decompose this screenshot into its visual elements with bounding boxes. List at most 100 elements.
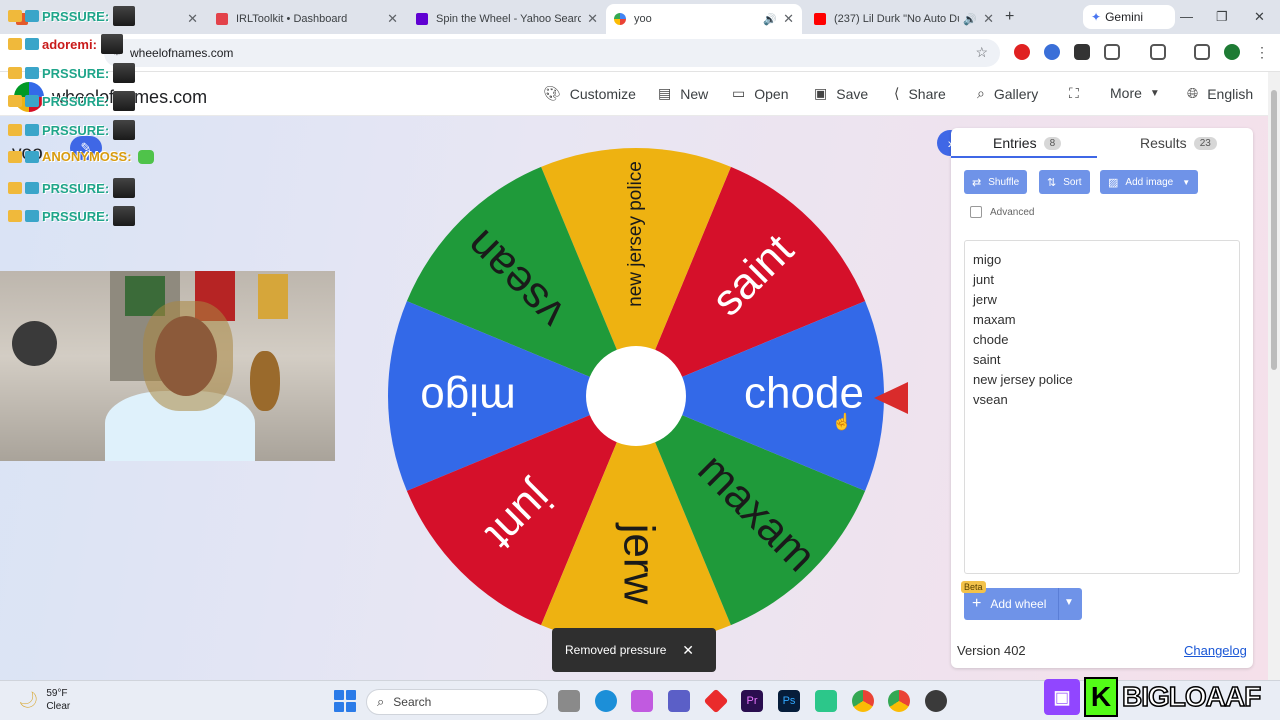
- fullscreen-button[interactable]: ⛶: [1069, 85, 1088, 102]
- chat-badge-icon: [8, 67, 22, 79]
- page-scrollbar[interactable]: [1268, 72, 1280, 680]
- close-icon[interactable]: ✕: [587, 11, 598, 27]
- shuffle-button[interactable]: ⇄ Shuffle: [964, 170, 1028, 194]
- obs-icon[interactable]: [925, 690, 947, 712]
- new-tab-icon[interactable]: +: [1005, 8, 1014, 26]
- tab-search-icon[interactable]: [1150, 44, 1166, 60]
- close-window-icon[interactable]: ✕: [1254, 9, 1265, 25]
- chrome-icon[interactable]: [852, 690, 874, 712]
- results-count-badge: 23: [1193, 136, 1217, 150]
- copilot-icon[interactable]: [631, 690, 653, 712]
- sort-icon: ⇅: [1047, 176, 1057, 189]
- chat-message: PRSSURE:: [8, 91, 136, 111]
- fullscreen-icon: ⛶: [1069, 85, 1079, 101]
- gemini-button[interactable]: ✦ Gemini: [1083, 5, 1175, 29]
- close-icon[interactable]: ✕: [783, 11, 794, 27]
- kick-icon: K: [1084, 677, 1118, 717]
- image-icon: ▨: [1108, 176, 1119, 189]
- chat-badge-icon: [25, 67, 39, 79]
- webcam-fan: [12, 321, 57, 366]
- toast-close-icon[interactable]: ✕: [682, 642, 694, 659]
- restore-icon[interactable]: ❐: [1216, 9, 1228, 25]
- teams-icon[interactable]: [668, 690, 690, 712]
- entry-line: maxam: [973, 312, 1016, 327]
- taskbar-search[interactable]: ⌕ Search: [366, 689, 548, 715]
- entry-line: migo: [973, 252, 1002, 267]
- task-view-icon[interactable]: [558, 690, 580, 712]
- language-button[interactable]: 🌐︎ English: [1187, 85, 1253, 102]
- changelog-link[interactable]: Changelog: [1184, 643, 1247, 658]
- advanced-checkbox[interactable]: Advanced: [970, 206, 1034, 218]
- url-bar[interactable]: ⚙ wheelofnames.com ☆: [104, 39, 1000, 67]
- chat-badge-icon: [25, 182, 39, 194]
- share-button[interactable]: ⟨ Share: [894, 85, 946, 102]
- wheel-center[interactable]: [586, 346, 686, 446]
- entry-line: jerw: [973, 292, 997, 307]
- chat-emote-icon: [113, 6, 136, 26]
- browser-tab-4[interactable]: yoo 🔊 ✕: [606, 4, 802, 34]
- media-icon[interactable]: [1194, 44, 1210, 60]
- close-icon[interactable]: ✕: [983, 11, 994, 27]
- opera-extension-icon[interactable]: [1014, 44, 1030, 60]
- start-button[interactable]: [334, 690, 356, 712]
- chat-username: ANONYMOSS:: [42, 149, 132, 164]
- chat-message: ANONYMOSS:: [8, 149, 154, 164]
- close-icon[interactable]: ✕: [387, 11, 398, 27]
- caret-down-icon[interactable]: ▼: [1064, 597, 1074, 608]
- wheel-graphic[interactable]: saintnew jersey policevseanmigojuntjerw m…: [385, 145, 887, 647]
- chrome-icon[interactable]: [888, 690, 910, 712]
- browser-tab-3[interactable]: Spin the Wheel - Yahoo Search ✕: [408, 4, 606, 34]
- profile-avatar[interactable]: [1224, 44, 1240, 60]
- chat-badge-icon: [8, 182, 22, 194]
- palette-icon: 🎨︎: [543, 85, 561, 101]
- plus-icon: +: [972, 595, 982, 612]
- chat-message: PRSSURE:: [8, 206, 136, 226]
- chat-badge-icon: [8, 210, 22, 222]
- version-label: Version 402: [957, 643, 1026, 658]
- save-icon: ▣: [814, 85, 828, 101]
- tab-entries[interactable]: Entries 8: [993, 135, 1062, 151]
- chat-emote-icon: [100, 34, 123, 54]
- premiere-icon[interactable]: Pr: [741, 690, 763, 712]
- scrollbar-thumb[interactable]: [1271, 90, 1277, 370]
- chat-username: PRSSURE:: [42, 122, 110, 138]
- save-button[interactable]: ▣ Save: [814, 85, 868, 102]
- open-button[interactable]: ▭ Open: [732, 85, 788, 102]
- new-button[interactable]: ▤ New: [658, 85, 708, 102]
- caret-down-icon: ▼: [1149, 87, 1160, 99]
- sort-button[interactable]: ⇅ Sort: [1039, 170, 1090, 194]
- photoshop-icon[interactable]: Ps: [778, 690, 800, 712]
- puzzle-icon[interactable]: [1104, 44, 1120, 60]
- extension-icon[interactable]: [1044, 44, 1060, 60]
- chat-emote-icon: [137, 149, 154, 164]
- edge-icon[interactable]: [595, 690, 617, 712]
- chat-username: PRSSURE:: [42, 93, 110, 109]
- gallery-button[interactable]: ⌕ Gallery: [977, 85, 1038, 102]
- spin-wheel[interactable]: saint new jersey police vsean migo junt jerw m…: [385, 145, 887, 647]
- add-image-button[interactable]: ▨ Add image ▼: [1100, 170, 1199, 194]
- tab-results[interactable]: Results 23: [1140, 135, 1217, 151]
- chat-badge-icon: [25, 150, 39, 163]
- more-dropdown[interactable]: More ▼: [1110, 85, 1160, 101]
- entry-line: junt: [973, 272, 994, 287]
- wheel-segment-label: migo: [420, 374, 515, 423]
- wheel-segment-label: jerw: [614, 522, 663, 605]
- weather-widget[interactable]: 🌙︎ 59°F Clear: [18, 687, 70, 713]
- entries-textarea[interactable]: migo junt jerw maxam chode saint new jer…: [964, 240, 1240, 574]
- speaker-icon[interactable]: 🔊: [963, 13, 977, 26]
- customize-button[interactable]: 🎨︎ Customize: [543, 85, 636, 102]
- extension-icon[interactable]: [1074, 44, 1090, 60]
- speaker-icon[interactable]: 🔊: [763, 13, 777, 26]
- active-tab-indicator: [951, 156, 1097, 158]
- close-icon[interactable]: ✕: [187, 11, 198, 27]
- chat-emote-icon: [113, 120, 136, 140]
- app-icon[interactable]: [815, 690, 837, 712]
- browser-tab-5[interactable]: (237) Lil Durk "No Auto Du 🔊 ✕: [806, 4, 1002, 34]
- app-icon[interactable]: [703, 688, 729, 714]
- minimize-icon[interactable]: —: [1180, 9, 1193, 24]
- checkbox[interactable]: [970, 206, 982, 218]
- browser-tab-2[interactable]: IRLToolkit • Dashboard ✕: [208, 4, 406, 34]
- menu-icon[interactable]: ⋮: [1254, 44, 1270, 60]
- chat-username: adoremi:: [42, 36, 97, 52]
- bookmark-star-icon[interactable]: ☆: [975, 44, 988, 61]
